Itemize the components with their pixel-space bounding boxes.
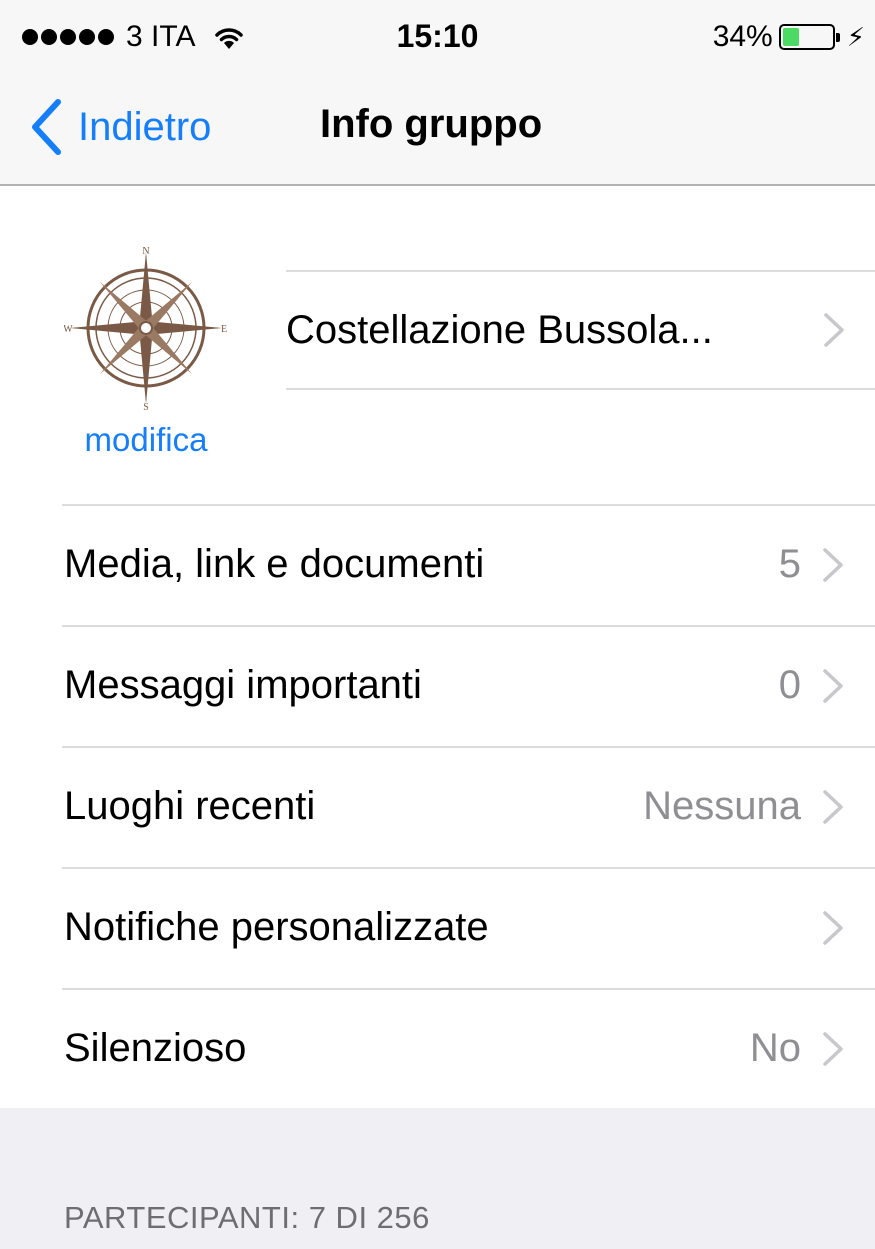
row-value: 0: [778, 663, 801, 707]
edit-avatar-link[interactable]: modifica: [64, 421, 228, 459]
row-label: Silenzioso: [64, 1026, 247, 1070]
row-value: 5: [778, 542, 801, 586]
chevron-right-icon: [824, 313, 844, 347]
row-label: Notifiche personalizzate: [64, 905, 489, 949]
group-name-row[interactable]: Costellazione Bussola...: [286, 270, 875, 390]
status-right: 34% ⚡︎: [713, 20, 865, 54]
navigation-bar: Indietro Info gruppo: [0, 80, 875, 186]
svg-text:E: E: [221, 324, 227, 335]
compass-rose-icon: [70, 252, 222, 404]
svg-text:N: N: [142, 246, 149, 257]
group-settings-list: Media, link e documenti 5 Messaggi impor…: [0, 504, 875, 1109]
status-bar: 3 ITA 15:10 34% ⚡︎: [0, 0, 875, 80]
row-label: Messaggi importanti: [64, 663, 422, 707]
battery-icon: [778, 24, 840, 50]
chevron-right-icon: [823, 668, 843, 703]
chevron-right-icon: [823, 547, 843, 582]
page-title: Info gruppo: [320, 102, 543, 146]
mute-row[interactable]: Silenzioso No: [0, 988, 875, 1109]
media-links-docs-row[interactable]: Media, link e documenti 5: [0, 504, 875, 625]
back-button[interactable]: Indietro: [28, 98, 211, 156]
svg-text:W: W: [64, 324, 73, 335]
chevron-right-icon: [823, 789, 843, 824]
participants-section-header: PARTECIPANTI: 7 DI 256: [64, 1200, 430, 1235]
group-header: N S E W modifica Costellazione Bussola..…: [0, 186, 875, 504]
battery-percent: 34%: [712, 20, 773, 53]
chevron-left-icon: [32, 99, 61, 155]
svg-text:S: S: [143, 402, 149, 410]
group-avatar[interactable]: N S E W: [64, 246, 228, 410]
battery-fill: [782, 28, 800, 46]
group-info-content: N S E W modifica Costellazione Bussola..…: [0, 186, 875, 1108]
recent-locations-row[interactable]: Luoghi recenti Nessuna: [0, 746, 875, 867]
group-name: Costellazione Bussola...: [286, 307, 713, 352]
charging-bolt-icon: ⚡︎: [846, 21, 865, 52]
custom-notifications-row[interactable]: Notifiche personalizzate: [0, 867, 875, 988]
back-button-label: Indietro: [78, 104, 212, 149]
chevron-right-icon: [823, 1031, 843, 1066]
chevron-right-icon: [823, 910, 843, 945]
starred-messages-row[interactable]: Messaggi importanti 0: [0, 625, 875, 746]
row-label: Luoghi recenti: [64, 784, 316, 828]
row-label: Media, link e documenti: [64, 542, 485, 586]
row-value: Nessuna: [643, 784, 801, 828]
row-value: No: [749, 1026, 801, 1070]
